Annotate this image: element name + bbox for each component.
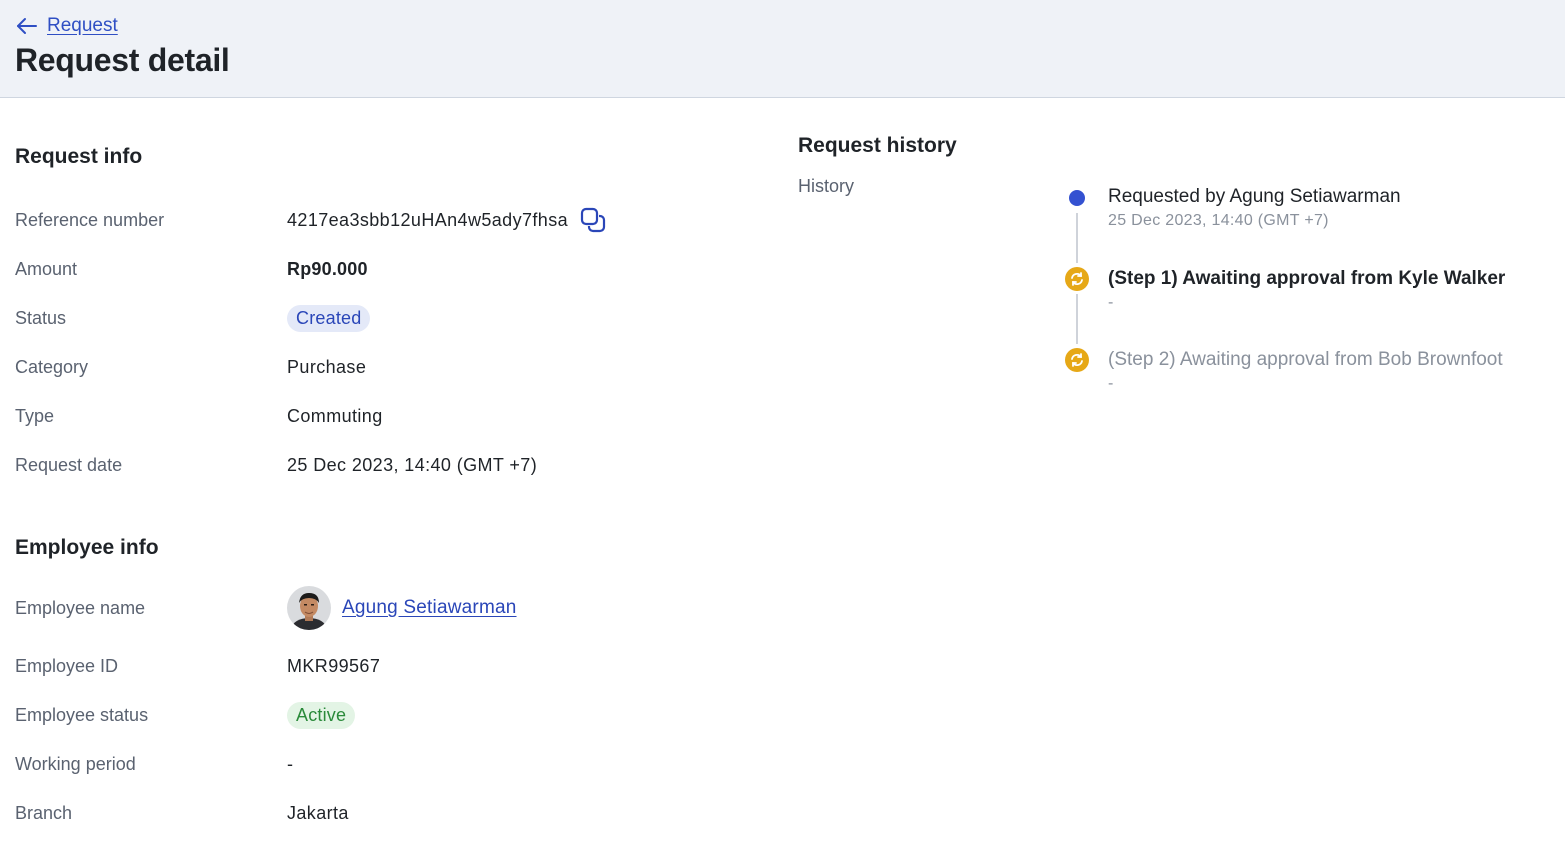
- timeline-dot-pending: [1065, 348, 1089, 372]
- history-event-title: (Step 1) Awaiting approval from Kyle Wal…: [1108, 268, 1506, 289]
- amount-row: Amount Rp90.000: [15, 254, 715, 284]
- employee-status-value-wrap: Active: [287, 701, 356, 729]
- history-event-title: (Step 2) Awaiting approval from Bob Brow…: [1108, 349, 1503, 370]
- refresh-icon: [1071, 353, 1083, 367]
- type-value: Commuting: [287, 405, 383, 426]
- reference-number-value-wrap: 4217ea3sbb12uHAn4w5ady7fhsa: [287, 207, 606, 233]
- timeline-connector: [1076, 294, 1078, 344]
- branch-row: Branch Jakarta: [15, 798, 715, 828]
- employee-name-row: Employee name Agung Setiawarman: [15, 586, 715, 630]
- page-header: Request Request detail: [0, 0, 1565, 98]
- request-info-title: Request info: [15, 145, 143, 168]
- copy-button[interactable]: [580, 207, 606, 233]
- avatar: [287, 586, 331, 630]
- refresh-icon: [1071, 272, 1083, 286]
- employee-id-row: Employee ID MKR99567: [15, 651, 715, 681]
- request-date-row: Request date 25 Dec 2023, 14:40 (GMT +7): [15, 450, 715, 480]
- category-label: Category: [15, 356, 89, 377]
- history-event-subtitle: -: [1108, 294, 1114, 311]
- arrow-left-icon: [17, 18, 37, 34]
- working-period-label: Working period: [15, 753, 136, 774]
- status-value-wrap: Created: [287, 304, 371, 332]
- history-event-subtitle: 25 Dec 2023, 14:40 (GMT +7): [1108, 212, 1329, 229]
- employee-status-badge: Active: [287, 701, 356, 729]
- type-row: Type Commuting: [15, 401, 715, 431]
- branch-value: Jakarta: [287, 802, 349, 823]
- employee-id-value: MKR99567: [287, 655, 381, 676]
- timeline-dot-done: [1069, 190, 1085, 206]
- status-row: Status Created: [15, 303, 715, 333]
- status-badge: Created: [287, 304, 371, 332]
- timeline-dot-pending: [1065, 267, 1089, 291]
- reference-number-row: Reference number 4217ea3sbb12uHAn4w5ady7…: [15, 205, 715, 235]
- employee-id-label: Employee ID: [15, 655, 119, 676]
- timeline-connector: [1076, 213, 1078, 263]
- history-event-subtitle: -: [1108, 375, 1114, 392]
- history-event-title: Requested by Agung Setiawarman: [1108, 186, 1401, 207]
- employee-status-row: Employee status Active: [15, 700, 715, 730]
- employee-name-link[interactable]: Agung Setiawarman: [342, 597, 517, 619]
- type-label: Type: [15, 405, 55, 426]
- working-period-value: -: [287, 753, 294, 774]
- page-title: Request detail: [15, 42, 230, 78]
- status-label: Status: [15, 307, 67, 328]
- working-period-row: Working period -: [15, 749, 715, 779]
- reference-number-value: 4217ea3sbb12uHAn4w5ady7fhsa: [287, 209, 569, 230]
- category-value: Purchase: [287, 356, 367, 377]
- employee-name-label: Employee name: [15, 597, 146, 618]
- back-link-label[interactable]: Request: [47, 15, 118, 37]
- request-date-label: Request date: [15, 454, 123, 475]
- category-row: Category Purchase: [15, 352, 715, 382]
- request-date-value: 25 Dec 2023, 14:40 (GMT +7): [287, 454, 538, 475]
- employee-name-value-wrap: Agung Setiawarman: [287, 586, 517, 630]
- reference-number-label: Reference number: [15, 209, 165, 230]
- branch-label: Branch: [15, 802, 73, 823]
- employee-info-title: Employee info: [15, 536, 159, 559]
- amount-value: Rp90.000: [287, 258, 368, 279]
- request-history-title: Request history: [798, 134, 957, 157]
- amount-label: Amount: [15, 258, 78, 279]
- employee-status-label: Employee status: [15, 704, 149, 725]
- avatar-image: [287, 586, 331, 630]
- back-link[interactable]: Request: [15, 14, 118, 38]
- copy-icon: [580, 207, 606, 233]
- history-label: History: [798, 176, 855, 196]
